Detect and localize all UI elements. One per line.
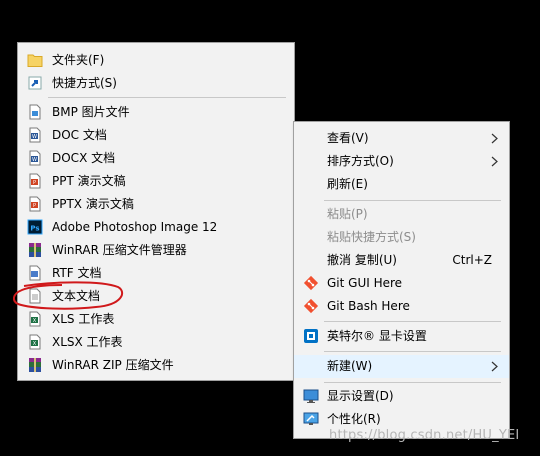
new-winrar-zip-item[interactable]: WinRAR ZIP 压缩文件	[18, 354, 294, 377]
new-photoshop-item[interactable]: Ps Adobe Photoshop Image 12	[18, 216, 294, 239]
new-folder-label: 文件夹(F)	[52, 53, 105, 67]
new-winrar-item[interactable]: WinRAR 压缩文件管理器	[18, 239, 294, 262]
paste-shortcut-item[interactable]: 粘贴快捷方式(S)	[294, 226, 509, 249]
new-doc-label: DOC 文档	[52, 128, 107, 142]
new-bmp-item[interactable]: BMP 图片文件	[18, 101, 294, 124]
winrar-zip-icon	[27, 357, 43, 373]
new-shortcut-label: 快捷方式(S)	[52, 76, 117, 90]
new-pptx-label: PPTX 演示文稿	[52, 197, 134, 211]
view-item[interactable]: 查看(V)	[294, 127, 509, 150]
shortcut-icon	[27, 75, 43, 91]
new-rtf-label: RTF 文档	[52, 266, 102, 280]
new-bmp-label: BMP 图片文件	[52, 105, 130, 119]
svg-text:W: W	[32, 134, 37, 140]
display-settings-label: 显示设置(D)	[327, 389, 394, 403]
sort-by-label: 排序方式(O)	[327, 154, 394, 168]
git-bash-item[interactable]: Git Bash Here	[294, 295, 509, 318]
git-gui-label: Git GUI Here	[327, 276, 403, 290]
sort-by-item[interactable]: 排序方式(O)	[294, 150, 509, 173]
new-folder-item[interactable]: 文件夹(F)	[18, 49, 294, 72]
new-xls-label: XLS 工作表	[52, 312, 115, 326]
separator	[324, 321, 501, 322]
xlsx-file-icon: X	[27, 334, 43, 350]
new-photoshop-label: Adobe Photoshop Image 12	[52, 220, 218, 234]
chevron-right-icon	[490, 154, 499, 169]
new-doc-item[interactable]: W DOC 文档	[18, 124, 294, 147]
refresh-label: 刷新(E)	[327, 177, 368, 191]
separator	[324, 200, 501, 201]
git-icon	[303, 298, 319, 314]
svg-text:P: P	[33, 180, 36, 186]
paste-shortcut-label: 粘贴快捷方式(S)	[327, 230, 416, 244]
personalize-label: 个性化(R)	[327, 412, 381, 426]
intel-graphics-label: 英特尔® 显卡设置	[327, 329, 427, 343]
new-label: 新建(W)	[327, 359, 373, 373]
paste-label: 粘贴(P)	[327, 207, 368, 221]
desktop-context-menu: 查看(V) 排序方式(O) 刷新(E) 粘贴(P) 粘贴快捷方式(S) 撤消 复…	[293, 121, 510, 439]
undo-copy-label: 撤消 复制(U)	[327, 253, 397, 267]
new-winrar-label: WinRAR 压缩文件管理器	[52, 243, 187, 257]
svg-text:P: P	[33, 203, 36, 209]
chevron-right-icon	[490, 131, 499, 146]
new-ppt-label: PPT 演示文稿	[52, 174, 126, 188]
pptx-file-icon: P	[27, 196, 43, 212]
new-docx-label: DOCX 文档	[52, 151, 116, 165]
new-submenu: 文件夹(F) 快捷方式(S) BMP 图片文件 W DOC 文档 W DOCX …	[17, 42, 295, 381]
git-icon	[303, 275, 319, 291]
separator	[324, 382, 501, 383]
intel-graphics-icon	[303, 328, 319, 344]
new-docx-item[interactable]: W DOCX 文档	[18, 147, 294, 170]
undo-shortcut: Ctrl+Z	[452, 253, 492, 267]
winrar-archive-icon	[27, 242, 43, 258]
red-annotation-circle	[12, 281, 124, 310]
svg-text:W: W	[32, 157, 37, 163]
git-bash-label: Git Bash Here	[327, 299, 410, 313]
view-label: 查看(V)	[327, 131, 369, 145]
refresh-item[interactable]: 刷新(E)	[294, 173, 509, 196]
undo-copy-item[interactable]: 撤消 复制(U) Ctrl+Z	[294, 249, 509, 272]
doc-file-icon: W	[27, 127, 43, 143]
intel-graphics-item[interactable]: 英特尔® 显卡设置	[294, 325, 509, 348]
new-xlsx-item[interactable]: X XLSX 工作表	[18, 331, 294, 354]
separator	[324, 351, 501, 352]
svg-text:X: X	[33, 341, 37, 347]
new-pptx-item[interactable]: P PPTX 演示文稿	[18, 193, 294, 216]
personalize-icon	[303, 411, 319, 427]
bmp-file-icon	[27, 104, 43, 120]
new-xlsx-label: XLSX 工作表	[52, 335, 123, 349]
rtf-file-icon	[27, 265, 43, 281]
new-item[interactable]: 新建(W)	[294, 355, 509, 378]
svg-text:X: X	[33, 318, 37, 324]
display-settings-item[interactable]: 显示设置(D)	[294, 385, 509, 408]
photoshop-file-icon: Ps	[27, 219, 43, 235]
new-winrar-zip-label: WinRAR ZIP 压缩文件	[52, 358, 174, 372]
folder-icon	[27, 52, 43, 68]
git-gui-item[interactable]: Git GUI Here	[294, 272, 509, 295]
ppt-file-icon: P	[27, 173, 43, 189]
display-settings-icon	[303, 388, 319, 404]
docx-file-icon: W	[27, 150, 43, 166]
watermark: https://blog.csdn.net/HU_YEI	[329, 428, 520, 443]
chevron-right-icon	[490, 359, 499, 374]
new-shortcut-item[interactable]: 快捷方式(S)	[18, 72, 294, 95]
new-ppt-item[interactable]: P PPT 演示文稿	[18, 170, 294, 193]
paste-item[interactable]: 粘贴(P)	[294, 203, 509, 226]
separator	[48, 97, 286, 98]
svg-text:Ps: Ps	[30, 225, 39, 233]
